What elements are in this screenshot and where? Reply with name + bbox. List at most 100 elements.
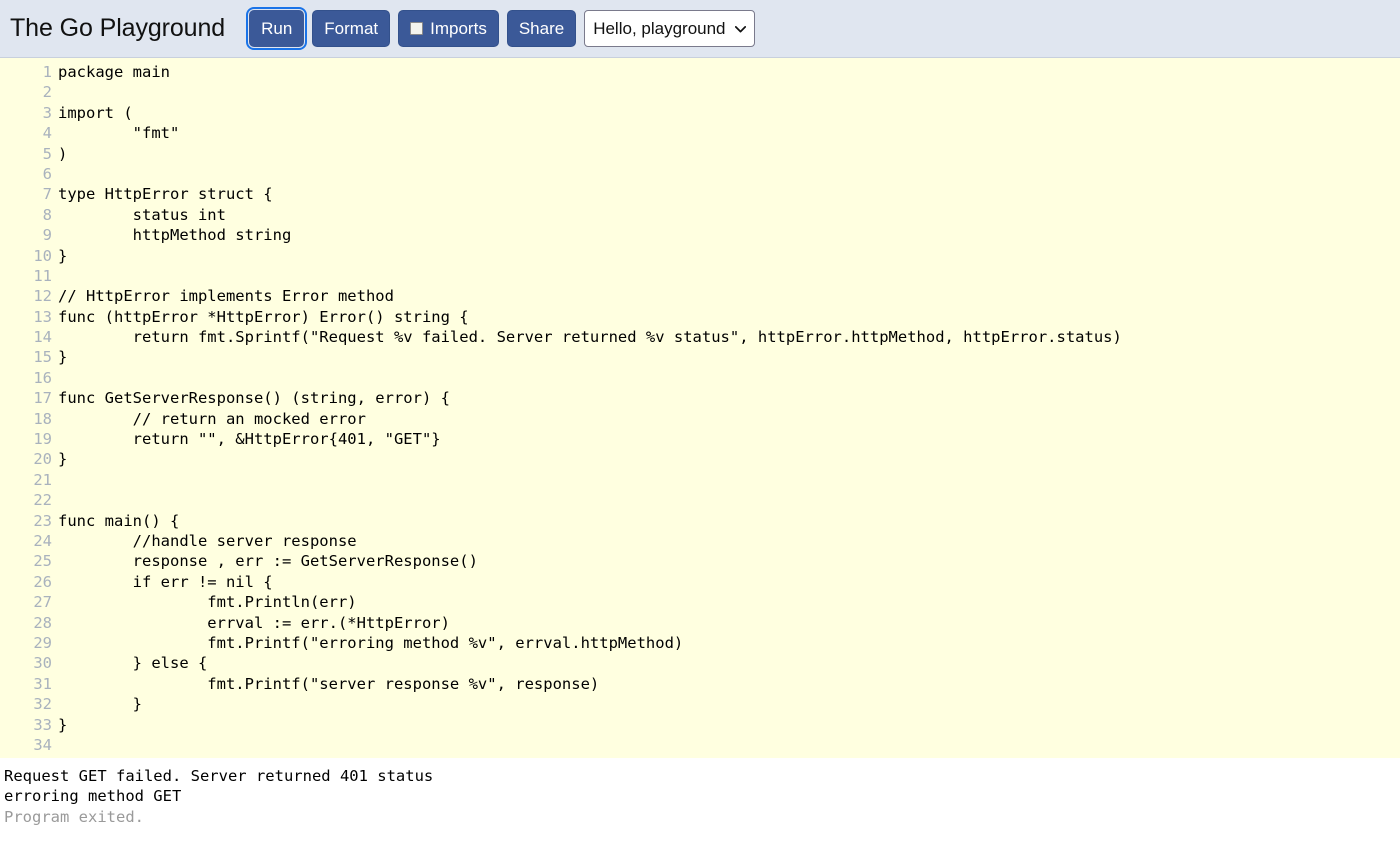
line-number: 1 (42, 63, 52, 81)
line-number: 20 (33, 450, 52, 469)
line-code: "fmt" (58, 124, 180, 143)
line-number: 30 (33, 654, 52, 673)
toolbar: The Go Playground Run Format Imports Share … (0, 0, 1400, 58)
code-line: 9 httpMethod string (0, 225, 1400, 245)
run-button[interactable]: Run (246, 7, 308, 50)
code-line: 24 //handle server response (0, 531, 1400, 551)
line-code: // HttpError implements Error method (58, 287, 394, 306)
code-line: 25 response , err := GetServerResponse() (0, 551, 1400, 571)
page-title: The Go Playground (10, 14, 226, 42)
code-line: 22 (0, 490, 1400, 510)
code-line: 16 (0, 368, 1400, 388)
line-number: 9 (42, 226, 52, 245)
example-select[interactable]: Hello, playground (584, 10, 755, 47)
code-line: 5) (0, 144, 1400, 164)
line-number: 18 (33, 409, 52, 428)
line-number: 15 (33, 348, 52, 367)
code-line: 23 func main() { (0, 511, 1400, 531)
format-button[interactable]: Format (312, 10, 391, 47)
code-line: 20} (0, 449, 1400, 469)
code-line: 33} (0, 715, 1400, 735)
line-code: package main (58, 63, 170, 81)
line-number: 10 (33, 246, 52, 265)
line-code: func main() { (58, 511, 180, 530)
line-number: 25 (33, 552, 52, 571)
line-number: 28 (33, 613, 52, 632)
line-number: 33 (33, 715, 52, 734)
line-code: //handle server response (58, 531, 357, 550)
line-code: errval := err.(*HttpError) (58, 613, 450, 632)
output-stdout-line: erroring method GET (4, 787, 182, 806)
line-number: 21 (33, 470, 52, 489)
code-line: 14 return fmt.Sprintf("Request %v failed… (0, 327, 1400, 347)
line-code: func (httpError *HttpError) Error() stri… (58, 307, 469, 326)
code-line: 11 (0, 266, 1400, 286)
toolbar-button-group: Run Format Imports Share (246, 7, 577, 50)
code-line: 34 (0, 735, 1400, 755)
code-line: 28 errval := err.(*HttpError) (0, 613, 1400, 633)
output-panel: Request GET failed. Server returned 401 … (0, 758, 1400, 846)
code-line: 18 // return an mocked error (0, 409, 1400, 429)
line-code: fmt.Println(err) (58, 593, 357, 612)
line-number: 23 (33, 511, 52, 530)
code-line: 15} (0, 347, 1400, 367)
code-line: 2 (0, 82, 1400, 102)
code-line: 13 func (httpError *HttpError) Error() st… (0, 307, 1400, 327)
line-code: import ( (58, 103, 133, 122)
code-line: 21 (0, 470, 1400, 490)
line-code: return "", &HttpError{401, "GET"} (58, 430, 441, 449)
line-code: type HttpError struct { (58, 185, 273, 204)
imports-button[interactable]: Imports (398, 10, 499, 47)
code-line: 32 } (0, 694, 1400, 714)
example-select-value: Hello, playground (593, 18, 726, 38)
line-code: ) (58, 144, 68, 163)
line-code: } else { (58, 654, 208, 673)
go-playground-app: The Go Playground Run Format Imports Share … (0, 0, 1400, 846)
output-stdout-line: Request GET failed. Server returned 401 … (4, 767, 434, 785)
share-button[interactable]: Share (506, 10, 577, 47)
code-editor[interactable]: 1 package main 2 3 import (4 "fmt" 5) 6 7 type H… (0, 58, 1400, 758)
line-number: 29 (33, 633, 52, 652)
example-select-wrapper: Hello, playground (584, 10, 755, 47)
line-code: status int (58, 205, 226, 224)
share-button-label: Share (518, 18, 565, 38)
line-number: 3 (42, 103, 52, 122)
line-number: 8 (42, 205, 52, 224)
line-code: } (58, 246, 68, 265)
line-code: httpMethod string (58, 226, 292, 245)
line-code: response , err := GetServerResponse() (58, 552, 478, 571)
imports-checkbox-icon[interactable] (410, 21, 424, 35)
line-number: 5 (42, 144, 52, 163)
line-number: 7 (42, 185, 52, 204)
line-number: 22 (33, 491, 52, 510)
line-code: return fmt.Sprintf("Request %v failed. S… (58, 328, 1122, 347)
line-number: 17 (33, 389, 52, 408)
code-line: 1 package main (0, 62, 1400, 82)
code-line: 3 import ( (0, 103, 1400, 123)
code-line: 8 status int (0, 205, 1400, 225)
line-code: func GetServerResponse() (string, error)… (58, 389, 450, 408)
line-number: 34 (33, 735, 52, 754)
line-code: } (58, 450, 68, 469)
line-number: 12 (33, 287, 52, 306)
line-number: 16 (33, 368, 52, 387)
line-number: 6 (42, 164, 52, 183)
line-code: fmt.Printf("erroring method %v", errval.… (58, 633, 684, 652)
line-number: 2 (42, 83, 52, 102)
code-line: 4 "fmt" (0, 123, 1400, 143)
code-line: 31 fmt.Printf("server response %v", resp… (0, 674, 1400, 694)
code-line: 12 // HttpError implements Error method (0, 286, 1400, 306)
imports-button-label: Imports (430, 18, 487, 38)
code-line: 29 fmt.Printf("erroring method %v", errv… (0, 633, 1400, 653)
output-system-line: Program exited. (4, 807, 144, 826)
run-button-label: Run (261, 18, 293, 38)
code-line: 10} (0, 246, 1400, 266)
code-lines: 1 package main 2 3 import (4 "fmt" 5) 6 7 type H… (0, 62, 1400, 755)
code-line: 17 func GetServerResponse() (string, erro… (0, 388, 1400, 408)
format-button-label: Format (324, 18, 379, 38)
